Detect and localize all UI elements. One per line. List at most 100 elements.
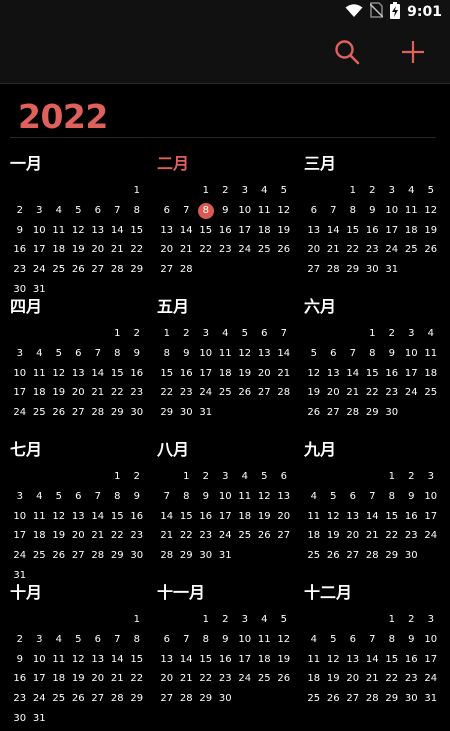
day-cell[interactable]: 18 <box>304 526 324 546</box>
day-cell[interactable]: 21 <box>324 240 344 260</box>
day-cell[interactable]: 7 <box>108 201 128 221</box>
day-cell[interactable]: 19 <box>421 221 441 241</box>
day-cell[interactable]: 31 <box>30 709 50 729</box>
day-cell[interactable]: 6 <box>343 487 363 507</box>
day-cell[interactable]: 2 <box>10 201 30 221</box>
day-cell[interactable]: 5 <box>274 610 294 630</box>
day-cell[interactable]: 3 <box>421 610 441 630</box>
day-cell[interactable]: 30 <box>382 403 402 423</box>
day-cell[interactable]: 14 <box>88 507 108 527</box>
day-cell[interactable]: 7 <box>324 201 344 221</box>
day-cell[interactable]: 12 <box>69 650 89 670</box>
day-cell[interactable]: 22 <box>108 526 128 546</box>
day-cell[interactable]: 24 <box>10 546 30 566</box>
day-cell[interactable]: 17 <box>216 507 236 527</box>
day-cell[interactable]: 7 <box>343 344 363 364</box>
day-cell[interactable]: 22 <box>177 526 197 546</box>
day-cell[interactable]: 8 <box>196 630 216 650</box>
day-cell[interactable]: 26 <box>274 669 294 689</box>
day-cell[interactable]: 2 <box>402 610 422 630</box>
day-cell[interactable]: 14 <box>274 344 294 364</box>
day-cell[interactable]: 9 <box>127 487 147 507</box>
day-cell[interactable]: 3 <box>196 324 216 344</box>
day-cell[interactable]: 30 <box>196 546 216 566</box>
day-cell[interactable]: 6 <box>304 201 324 221</box>
day-cell[interactable]: 17 <box>402 364 422 384</box>
day-cell[interactable]: 5 <box>69 201 89 221</box>
day-cell[interactable]: 19 <box>69 240 89 260</box>
day-cell[interactable]: 21 <box>363 526 383 546</box>
day-cell[interactable]: 5 <box>235 324 255 344</box>
day-cell[interactable]: 8 <box>157 344 177 364</box>
day-cell[interactable]: 13 <box>304 221 324 241</box>
day-cell[interactable]: 27 <box>255 383 275 403</box>
day-cell[interactable]: 26 <box>324 546 344 566</box>
day-cell[interactable]: 19 <box>69 669 89 689</box>
day-cell[interactable]: 2 <box>177 324 197 344</box>
day-cell[interactable]: 17 <box>421 507 441 527</box>
day-cell[interactable]: 7 <box>88 487 108 507</box>
day-cell[interactable]: 4 <box>235 467 255 487</box>
day-cell[interactable]: 21 <box>88 526 108 546</box>
day-cell[interactable]: 27 <box>157 689 177 709</box>
day-cell[interactable]: 7 <box>363 487 383 507</box>
day-cell[interactable]: 29 <box>382 546 402 566</box>
day-cell[interactable]: 15 <box>343 221 363 241</box>
day-cell[interactable]: 25 <box>30 403 50 423</box>
day-cell[interactable]: 15 <box>108 364 128 384</box>
day-cell[interactable]: 26 <box>69 260 89 280</box>
day-cell[interactable]: 23 <box>10 260 30 280</box>
day-cell[interactable]: 8 <box>108 344 128 364</box>
day-cell[interactable]: 10 <box>30 650 50 670</box>
day-cell[interactable]: 30 <box>402 546 422 566</box>
day-cell[interactable]: 25 <box>255 240 275 260</box>
day-cell[interactable]: 18 <box>255 650 275 670</box>
day-cell[interactable]: 23 <box>402 669 422 689</box>
day-cell[interactable]: 15 <box>363 364 383 384</box>
day-cell[interactable]: 20 <box>324 383 344 403</box>
day-cell[interactable]: 25 <box>216 383 236 403</box>
day-cell[interactable]: 29 <box>127 260 147 280</box>
day-cell[interactable]: 26 <box>324 689 344 709</box>
day-cell[interactable]: 9 <box>402 487 422 507</box>
day-cell[interactable]: 17 <box>382 221 402 241</box>
day-cell[interactable]: 5 <box>49 344 69 364</box>
day-cell[interactable]: 29 <box>108 403 128 423</box>
day-cell[interactable]: 21 <box>108 240 128 260</box>
day-cell[interactable]: 26 <box>274 240 294 260</box>
day-cell[interactable]: 14 <box>363 507 383 527</box>
day-cell[interactable]: 10 <box>235 630 255 650</box>
day-cell[interactable]: 20 <box>274 507 294 527</box>
day-cell[interactable]: 20 <box>88 669 108 689</box>
day-cell[interactable]: 13 <box>157 650 177 670</box>
month-4[interactable]: 四月 1 2 3 4 5 6 7 8 9 10 11 12 13 14 15 16 17 18 19 20 21 22 23 2… <box>10 297 157 437</box>
month-8[interactable]: 八月 1 2 3 4 5 6 7 8 9 10 11 12 13 14 15 16 17 18 19 20 21 22 23 2… <box>157 440 304 580</box>
month-1[interactable]: 一月 1 2 3 4 5 6 7 8 9 10 11 12 13 14 15 16 17 18 19 20 21 22 23 2… <box>10 154 157 295</box>
month-12[interactable]: 十二月 1 2 3 4 5 6 7 8 9 10 11 12 13 14 15 16 17 18 19 20 21 22 23… <box>304 583 450 723</box>
day-cell[interactable]: 12 <box>69 221 89 241</box>
day-cell[interactable]: 13 <box>343 650 363 670</box>
day-cell[interactable]: 20 <box>255 364 275 384</box>
day-cell[interactable]: 12 <box>49 507 69 527</box>
month-3[interactable]: 三月 1 2 3 4 5 6 7 8 9 10 11 12 13 14 15 16 17 18 19 20 21 22 23 2… <box>304 154 450 294</box>
day-cell[interactable]: 8 <box>127 201 147 221</box>
day-cell[interactable]: 26 <box>49 403 69 423</box>
day-cell[interactable]: 28 <box>108 689 128 709</box>
day-cell[interactable]: 30 <box>127 546 147 566</box>
day-cell[interactable]: 29 <box>157 403 177 423</box>
day-cell[interactable]: 18 <box>30 526 50 546</box>
day-cell[interactable]: 22 <box>196 240 216 260</box>
day-cell[interactable]: 12 <box>324 507 344 527</box>
day-cell[interactable]: 29 <box>177 546 197 566</box>
day-cell[interactable]: 7 <box>274 324 294 344</box>
day-cell[interactable]: 5 <box>421 181 441 201</box>
day-cell[interactable]: 11 <box>235 487 255 507</box>
day-cell[interactable]: 13 <box>88 221 108 241</box>
day-cell[interactable]: 12 <box>304 364 324 384</box>
day-cell[interactable]: 28 <box>274 383 294 403</box>
day-cell[interactable]: 22 <box>343 240 363 260</box>
day-cell[interactable]: 21 <box>343 383 363 403</box>
day-cell[interactable]: 1 <box>382 467 402 487</box>
day-cell[interactable]: 18 <box>304 669 324 689</box>
day-cell[interactable]: 29 <box>196 689 216 709</box>
